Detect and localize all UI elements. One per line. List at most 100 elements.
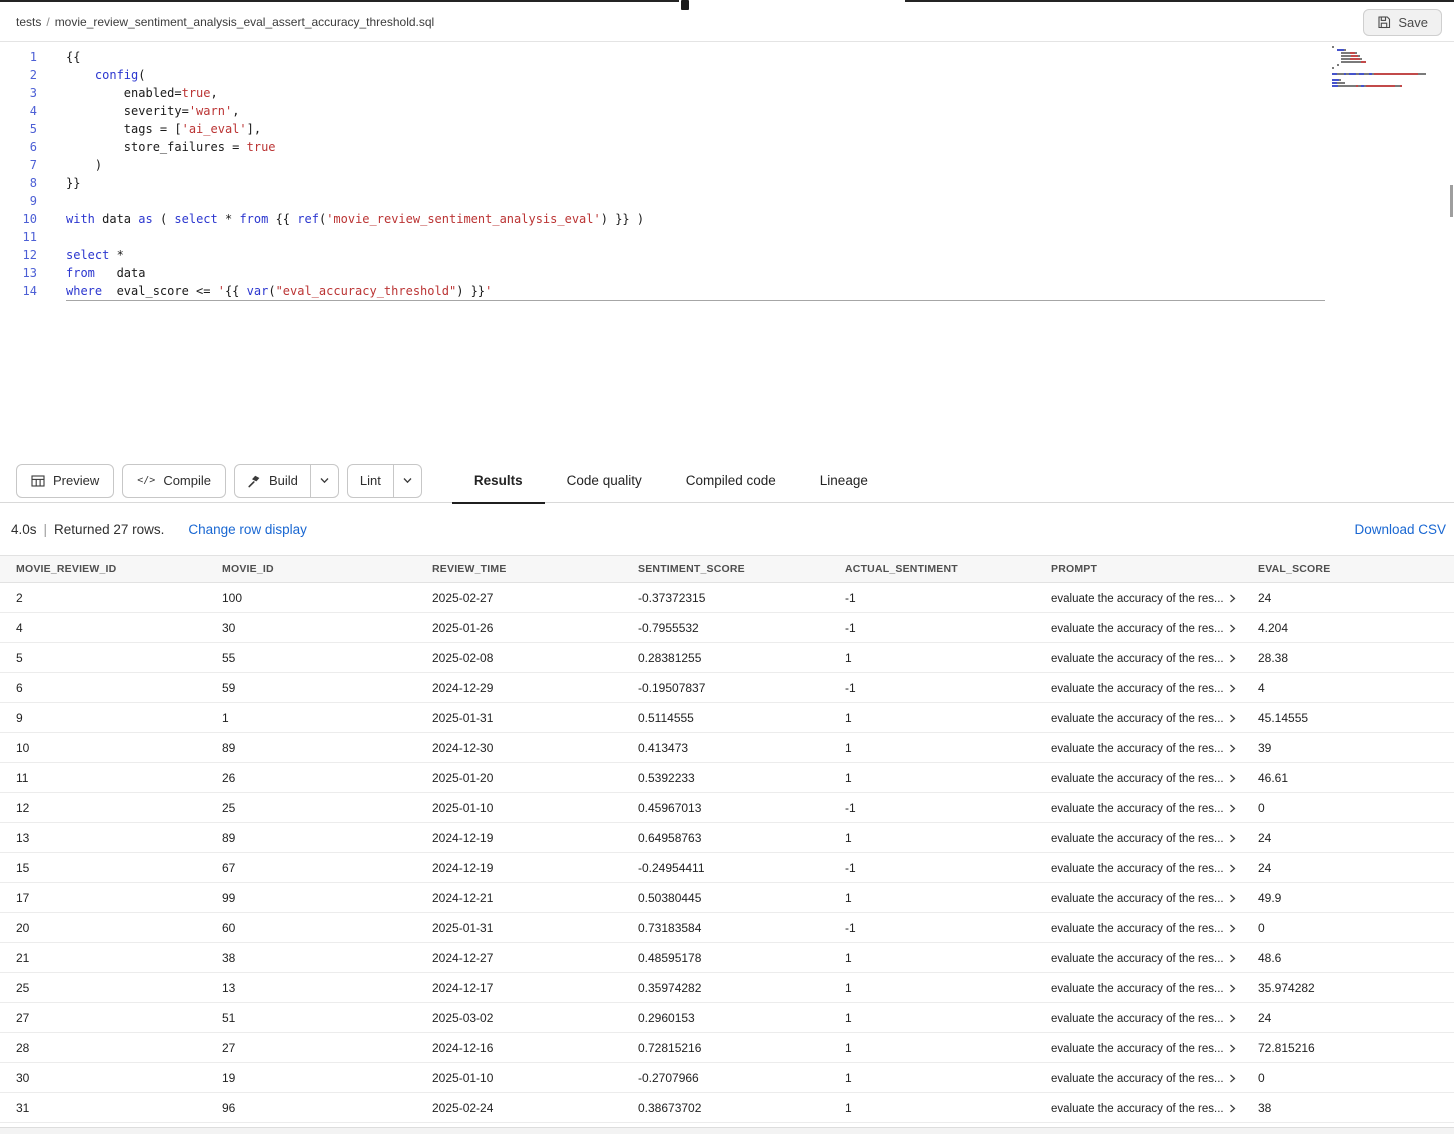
table-row[interactable]: 12252025-01-100.45967013-1evaluate the a… (0, 793, 1454, 823)
table-row[interactable]: 21002025-02-27-0.37372315-1evaluate the … (0, 583, 1454, 613)
code-editor[interactable]: 1234567891011121314 {{ config( enabled=t… (0, 42, 1454, 459)
tab-code-quality[interactable]: Code quality (545, 459, 664, 503)
table-cell: 2025-01-20 (416, 763, 622, 793)
expand-prompt-icon[interactable] (1229, 1071, 1236, 1085)
save-button[interactable]: Save (1363, 9, 1442, 36)
expand-prompt-icon[interactable] (1229, 681, 1236, 695)
chevron-down-icon (320, 477, 329, 484)
table-cell: -0.7955532 (622, 613, 829, 643)
tab-strip (0, 0, 1454, 3)
minimap-line (1332, 76, 1444, 78)
table-row[interactable]: 4302025-01-26-0.7955532-1evaluate the ac… (0, 613, 1454, 643)
code-line[interactable]: with data as ( select * from {{ ref('mov… (66, 210, 1454, 228)
table-row[interactable]: 912025-01-310.51145551evaluate the accur… (0, 703, 1454, 733)
tab-results[interactable]: Results (452, 459, 545, 503)
preview-button[interactable]: Preview (16, 464, 114, 498)
code-line[interactable]: config( (66, 66, 1454, 84)
table-row[interactable]: 17992024-12-210.503804451evaluate the ac… (0, 883, 1454, 913)
lint-dropdown-button[interactable] (393, 465, 421, 497)
tab-compiled-code[interactable]: Compiled code (664, 459, 798, 503)
expand-prompt-icon[interactable] (1229, 921, 1236, 935)
table-cell: 49.9 (1242, 883, 1454, 913)
table-row[interactable]: 21382024-12-270.485951781evaluate the ac… (0, 943, 1454, 973)
build-button[interactable]: Build (235, 465, 310, 497)
expand-prompt-icon[interactable] (1229, 621, 1236, 635)
code-line[interactable]: severity='warn', (66, 102, 1454, 120)
breadcrumb-folder[interactable]: tests (16, 15, 41, 29)
expand-prompt-icon[interactable] (1229, 741, 1236, 755)
table-cell: 27 (206, 1033, 416, 1063)
tab-lineage[interactable]: Lineage (798, 459, 890, 503)
table-row[interactable]: 20602025-01-310.73183584-1evaluate the a… (0, 913, 1454, 943)
code-line[interactable]: tags = ['ai_eval'], (66, 120, 1454, 138)
expand-prompt-icon[interactable] (1229, 771, 1236, 785)
minimap-line (1332, 61, 1444, 63)
table-row[interactable]: 15672024-12-19-0.24954411-1evaluate the … (0, 853, 1454, 883)
table-cell: 39 (1242, 733, 1454, 763)
table-cell: 24 (1242, 583, 1454, 613)
expand-prompt-icon[interactable] (1229, 1101, 1236, 1115)
results-tabs: ResultsCode qualityCompiled codeLineage (452, 459, 890, 503)
expand-prompt-icon[interactable] (1229, 801, 1236, 815)
expand-prompt-icon[interactable] (1229, 1011, 1236, 1025)
expand-prompt-icon[interactable] (1229, 951, 1236, 965)
expand-prompt-icon[interactable] (1229, 711, 1236, 725)
code-line[interactable] (66, 192, 1454, 210)
code-line[interactable]: ) (66, 156, 1454, 174)
compile-button[interactable]: </> Compile (122, 464, 226, 498)
table-row[interactable]: 5552025-02-080.283812551evaluate the acc… (0, 643, 1454, 673)
prompt-text: evaluate the accuracy of the res... (1051, 1103, 1224, 1115)
expand-prompt-icon[interactable] (1229, 591, 1236, 605)
expand-prompt-icon[interactable] (1229, 891, 1236, 905)
column-header-prompt: PROMPT (1035, 556, 1242, 583)
table-cell: 2025-01-10 (416, 793, 622, 823)
editor-minimap[interactable] (1332, 44, 1444, 88)
change-row-display-link[interactable]: Change row display (188, 522, 307, 537)
code-line[interactable]: }} (66, 174, 1454, 192)
line-number: 8 (0, 174, 37, 192)
lint-button[interactable]: Lint (348, 465, 393, 497)
table-row[interactable]: 27512025-03-020.29601531evaluate the acc… (0, 1003, 1454, 1033)
download-csv-link[interactable]: Download CSV (1354, 522, 1446, 537)
table-cell: 1 (829, 1003, 1035, 1033)
build-dropdown-button[interactable] (310, 465, 338, 497)
table-cell: 0.72815216 (622, 1033, 829, 1063)
build-button-group: Build (234, 464, 339, 498)
table-cell: 2025-02-08 (416, 643, 622, 673)
expand-prompt-icon[interactable] (1229, 861, 1236, 875)
minimap-line (1332, 70, 1444, 72)
table-row[interactable]: 13892024-12-190.649587631evaluate the ac… (0, 823, 1454, 853)
code-line[interactable]: where eval_score <= '{{ var("eval_accura… (66, 282, 1454, 300)
table-icon (31, 474, 45, 488)
prompt-cell: evaluate the accuracy of the res... (1035, 823, 1242, 853)
code-line[interactable]: select * (66, 246, 1454, 264)
table-row[interactable]: 25132024-12-170.359742821evaluate the ac… (0, 973, 1454, 1003)
code-line[interactable]: store_failures = true (66, 138, 1454, 156)
code-line[interactable]: enabled=true, (66, 84, 1454, 102)
expand-prompt-icon[interactable] (1229, 831, 1236, 845)
expand-prompt-icon[interactable] (1229, 1041, 1236, 1055)
code-line[interactable]: {{ (66, 48, 1454, 66)
code-line[interactable] (66, 228, 1454, 246)
table-row[interactable]: 10892024-12-300.4134731evaluate the accu… (0, 733, 1454, 763)
table-cell: 2024-12-27 (416, 943, 622, 973)
summary-divider: | (44, 522, 48, 537)
editor-scrollbar[interactable] (1450, 185, 1453, 217)
line-number: 3 (0, 84, 37, 102)
table-cell: 0.45967013 (622, 793, 829, 823)
line-number: 1 (0, 48, 37, 66)
table-cell: 1 (829, 733, 1035, 763)
table-cell: 72.815216 (1242, 1033, 1454, 1063)
editor-code[interactable]: {{ config( enabled=true, severity='warn'… (48, 42, 1454, 459)
table-row[interactable]: 28272024-12-160.728152161evaluate the ac… (0, 1033, 1454, 1063)
table-row[interactable]: 11262025-01-200.53922331evaluate the acc… (0, 763, 1454, 793)
expand-prompt-icon[interactable] (1229, 981, 1236, 995)
table-row[interactable]: 31962025-02-240.386737021evaluate the ac… (0, 1093, 1454, 1123)
table-row[interactable]: 30192025-01-10-0.27079661evaluate the ac… (0, 1063, 1454, 1093)
table-row[interactable]: 6592024-12-29-0.19507837-1evaluate the a… (0, 673, 1454, 703)
prompt-cell: evaluate the accuracy of the res... (1035, 1003, 1242, 1033)
table-cell: 17 (0, 883, 206, 913)
expand-prompt-icon[interactable] (1229, 651, 1236, 665)
table-cell: -1 (829, 853, 1035, 883)
code-line[interactable]: from data (66, 264, 1454, 282)
